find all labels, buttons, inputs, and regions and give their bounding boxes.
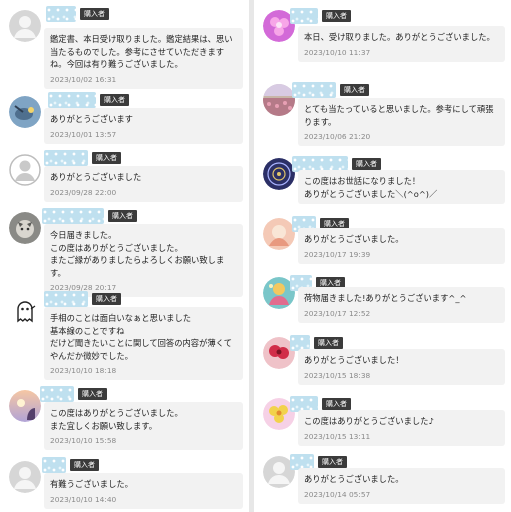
buyer-badge: 購入者 [78, 388, 107, 400]
avatar[interactable] [9, 10, 41, 42]
review-text: ありがとうございました [50, 172, 142, 182]
review-date: 2023/10/15 18:38 [304, 370, 371, 380]
avatar[interactable] [263, 218, 295, 250]
buyer-badge: 購入者 [340, 84, 369, 96]
review-text: とても当たっていると思いました。参考にして頑張ります。 [304, 104, 494, 127]
review-bubble: ありがとうございました。 2023/10/14 05:57 [298, 468, 505, 504]
review-bubble: ありがとうございます 2023/10/01 13:57 [44, 108, 243, 144]
review-item: 購入者 荷物届きました!ありがとうございます^_^ 2023/10/17 12:52 [254, 273, 511, 323]
review-item: 購入者手相のことは面白いなぁと思いました 基本線のことですね だけど聞きたいこと… [0, 289, 249, 380]
review-date: 2023/09/28 22:00 [50, 187, 117, 197]
review-bubble: 鑑定書、本日受け取りました。鑑定結果は、思い当たるものでした。参考にさせていただ… [44, 28, 243, 89]
review-date: 2023/10/06 21:20 [304, 132, 371, 141]
review-bubble: 今日届きました。 この度はありがとうございました。 またご縁がありましたらよろし… [44, 224, 243, 297]
review-bubble: 手相のことは面白いなぁと思いました 基本線のことですね だけど聞きたいことに関し… [44, 307, 243, 380]
review-item: 購入者ありがとうございました 2023/09/28 22:00 [0, 148, 249, 202]
review-date: 2023/10/17 19:39 [304, 249, 371, 259]
right-review-column: 購入者 本日、受け取りました。ありがとうございました。 2023/10/10 11:… [254, 0, 511, 512]
username-redacted[interactable] [48, 92, 96, 108]
review-date: 2023/10/10 18:18 [50, 366, 117, 375]
review-text: この度はありがとうございました♪ [304, 416, 434, 426]
review-bubble: ありがとうございました！ 2023/10/15 18:38 [298, 349, 505, 385]
avatar[interactable] [263, 84, 295, 116]
review-date: 2023/10/17 12:52 [304, 308, 371, 318]
username-redacted[interactable] [44, 150, 88, 166]
buyer-badge: 購入者 [92, 152, 121, 164]
review-date: 2023/10/10 14:40 [50, 494, 117, 504]
review-text: 手相のことは面白いなぁと思いました 基本線のことですね だけど聞きたいことに関し… [50, 313, 233, 361]
buyer-badge: 購入者 [70, 459, 99, 471]
review-text: 今日届きました。 この度はありがとうございました。 またご縁がありましたらよろし… [50, 230, 225, 278]
buyer-badge: 購入者 [314, 337, 343, 349]
review-text: この度はありがとうございました。 また宜しくお願い致します。 [50, 408, 183, 431]
review-text: 荷物届きました!ありがとうございます^_^ [304, 293, 467, 303]
review-text: ありがとうございました。 [304, 474, 404, 484]
buyer-badge: 購入者 [352, 158, 381, 170]
review-item: 購入者鑑定書、本日受け取りました。鑑定結果は、思い当たるものでした。参考にさせて… [0, 4, 249, 89]
review-bubble: この度はありがとうございました♪ 2023/10/15 13:11 [298, 410, 505, 446]
review-item: 購入者 ありがとうございました。 2023/10/17 19:39 [254, 214, 511, 264]
review-item: 購入者本日、受け取りました。ありがとうございました。 2023/10/10 11:… [254, 6, 511, 78]
buyer-badge: 購入者 [322, 10, 351, 22]
avatar[interactable] [9, 295, 41, 327]
username-redacted[interactable] [292, 82, 336, 98]
review-bubble: ありがとうございました。 2023/10/17 19:39 [298, 228, 505, 264]
buyer-badge: 購入者 [80, 8, 109, 20]
avatar[interactable] [9, 461, 41, 493]
review-text: この度はお世話になりました！ ありがとうございました＼(^o^)／ [304, 176, 438, 199]
username-redacted[interactable] [40, 386, 74, 402]
review-date: 2023/10/15 13:11 [304, 431, 371, 441]
avatar[interactable] [9, 212, 41, 244]
avatar[interactable] [9, 390, 41, 422]
username-redacted[interactable] [290, 8, 318, 24]
username-redacted[interactable] [46, 6, 76, 22]
review-date: 2023/10/10 15:58 [50, 436, 117, 445]
review-bubble: 荷物届きました!ありがとうございます^_^ 2023/10/17 12:52 [298, 287, 505, 323]
review-item: 購入者今日届きました。 この度はありがとうございました。 またご縁がありましたら… [0, 206, 249, 297]
buyer-badge: 購入者 [322, 398, 351, 410]
review-bubble: 本日、受け取りました。ありがとうございました。 2023/10/10 11:37 [298, 26, 505, 62]
review-date: 2023/10/14 05:57 [304, 489, 371, 499]
review-bubble: とても当たっていると思いました。参考にして頑張ります。 2023/10/06 21… [298, 98, 505, 146]
review-bubble: ありがとうございました 2023/09/28 22:00 [44, 166, 243, 202]
avatar[interactable] [263, 158, 295, 190]
avatar[interactable] [9, 96, 41, 128]
review-text: ありがとうございます [50, 114, 133, 124]
username-redacted[interactable] [44, 291, 88, 307]
review-item: 購入者この度はありがとうございました♪ 2023/10/15 13:11 [254, 394, 511, 446]
review-item: 購入者この度はお世話になりました！ ありがとうございました＼(^o^)／ [254, 154, 511, 204]
review-item: 購入者ありがとうございました！ 2023/10/15 18:38 [254, 333, 511, 385]
review-date: 2023/10/01 13:57 [50, 129, 117, 139]
review-text: ありがとうございました！ [304, 355, 404, 365]
review-collage: 購入者鑑定書、本日受け取りました。鑑定結果は、思い当たるものでした。参考にさせて… [0, 0, 511, 512]
review-text: 有難うございました。 [50, 479, 133, 489]
review-text: 本日、受け取りました。ありがとうございました。 [304, 32, 495, 42]
username-redacted[interactable] [42, 457, 66, 473]
left-review-column: 購入者鑑定書、本日受け取りました。鑑定結果は、思い当たるものでした。参考にさせて… [0, 0, 249, 512]
review-item: 購入者有難うございました。 2023/10/10 14:40 [0, 455, 249, 509]
review-text: 鑑定書、本日受け取りました。鑑定結果は、思い当たるものでした。参考にさせていただ… [50, 34, 233, 69]
buyer-badge: 購入者 [108, 210, 137, 222]
avatar[interactable] [9, 154, 41, 186]
review-bubble: この度はありがとうございました。 また宜しくお願い致します。 2023/10/10… [44, 402, 243, 450]
review-item: 購入者とても当たっていると思いました。参考にして頑張ります。 2023/10/06… [254, 80, 511, 146]
review-date: 2023/10/10 11:37 [304, 47, 371, 57]
review-bubble: 有難うございました。 2023/10/10 14:40 [44, 473, 243, 509]
review-item: 購入者ありがとうございました。 2023/10/14 05:57 [254, 452, 511, 504]
review-bubble: この度はお世話になりました！ ありがとうございました＼(^o^)／ [298, 170, 505, 204]
buyer-badge: 購入者 [318, 456, 347, 468]
review-text: ありがとうございました。 [304, 234, 404, 244]
review-item: 購入者ありがとうございます 2023/10/01 13:57 [0, 90, 249, 144]
buyer-badge: 購入者 [100, 94, 129, 106]
review-item: 購入者この度はありがとうございました。 また宜しくお願い致します。 2023/10… [0, 384, 249, 450]
review-date: 2023/10/02 16:31 [50, 74, 117, 84]
buyer-badge: 購入者 [92, 293, 121, 305]
username-redacted[interactable] [42, 208, 104, 224]
